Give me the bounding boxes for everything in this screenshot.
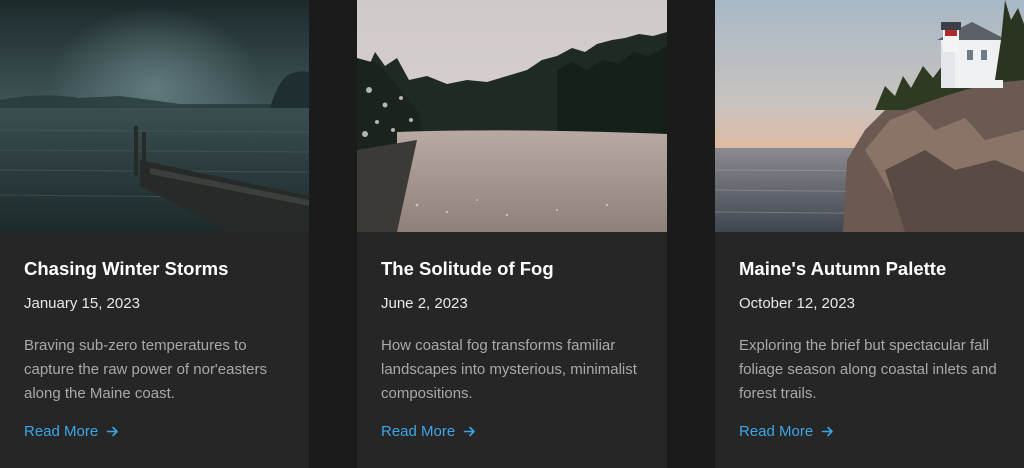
arrow-right-icon (821, 426, 834, 437)
card-description: How coastal fog transforms familiar land… (381, 337, 637, 402)
card-title[interactable]: The Solitude of Fog (381, 258, 554, 280)
card-image-foggy-lake[interactable] (0, 0, 309, 232)
blog-card: The Solitude of Fog June 2, 2023 How coa… (357, 0, 667, 468)
read-more-link[interactable]: Read More (24, 423, 119, 440)
card-description: Exploring the brief but spectacular fall… (739, 337, 997, 402)
read-more-label: Read More (739, 423, 814, 440)
card-title[interactable]: Maine's Autumn Palette (739, 258, 946, 280)
blog-card: Maine's Autumn Palette October 12, 2023 … (715, 0, 1024, 468)
card-date: June 2, 2023 (381, 295, 468, 312)
blog-card: Chasing Winter Storms January 15, 2023 B… (0, 0, 309, 468)
blog-card-grid: Chasing Winter Storms January 15, 2023 B… (0, 0, 1024, 468)
card-image-lighthouse[interactable] (715, 0, 1024, 232)
read-more-link[interactable]: Read More (739, 423, 834, 440)
card-description: Braving sub-zero temperatures to capture… (24, 337, 267, 402)
card-image-snowy-forest[interactable] (357, 0, 667, 232)
read-more-link[interactable]: Read More (381, 423, 476, 440)
card-date: January 15, 2023 (24, 295, 140, 312)
card-date: October 12, 2023 (739, 295, 855, 312)
arrow-right-icon (106, 426, 119, 437)
read-more-label: Read More (381, 423, 456, 440)
read-more-label: Read More (24, 423, 99, 440)
arrow-right-icon (463, 426, 476, 437)
card-title[interactable]: Chasing Winter Storms (24, 258, 228, 280)
